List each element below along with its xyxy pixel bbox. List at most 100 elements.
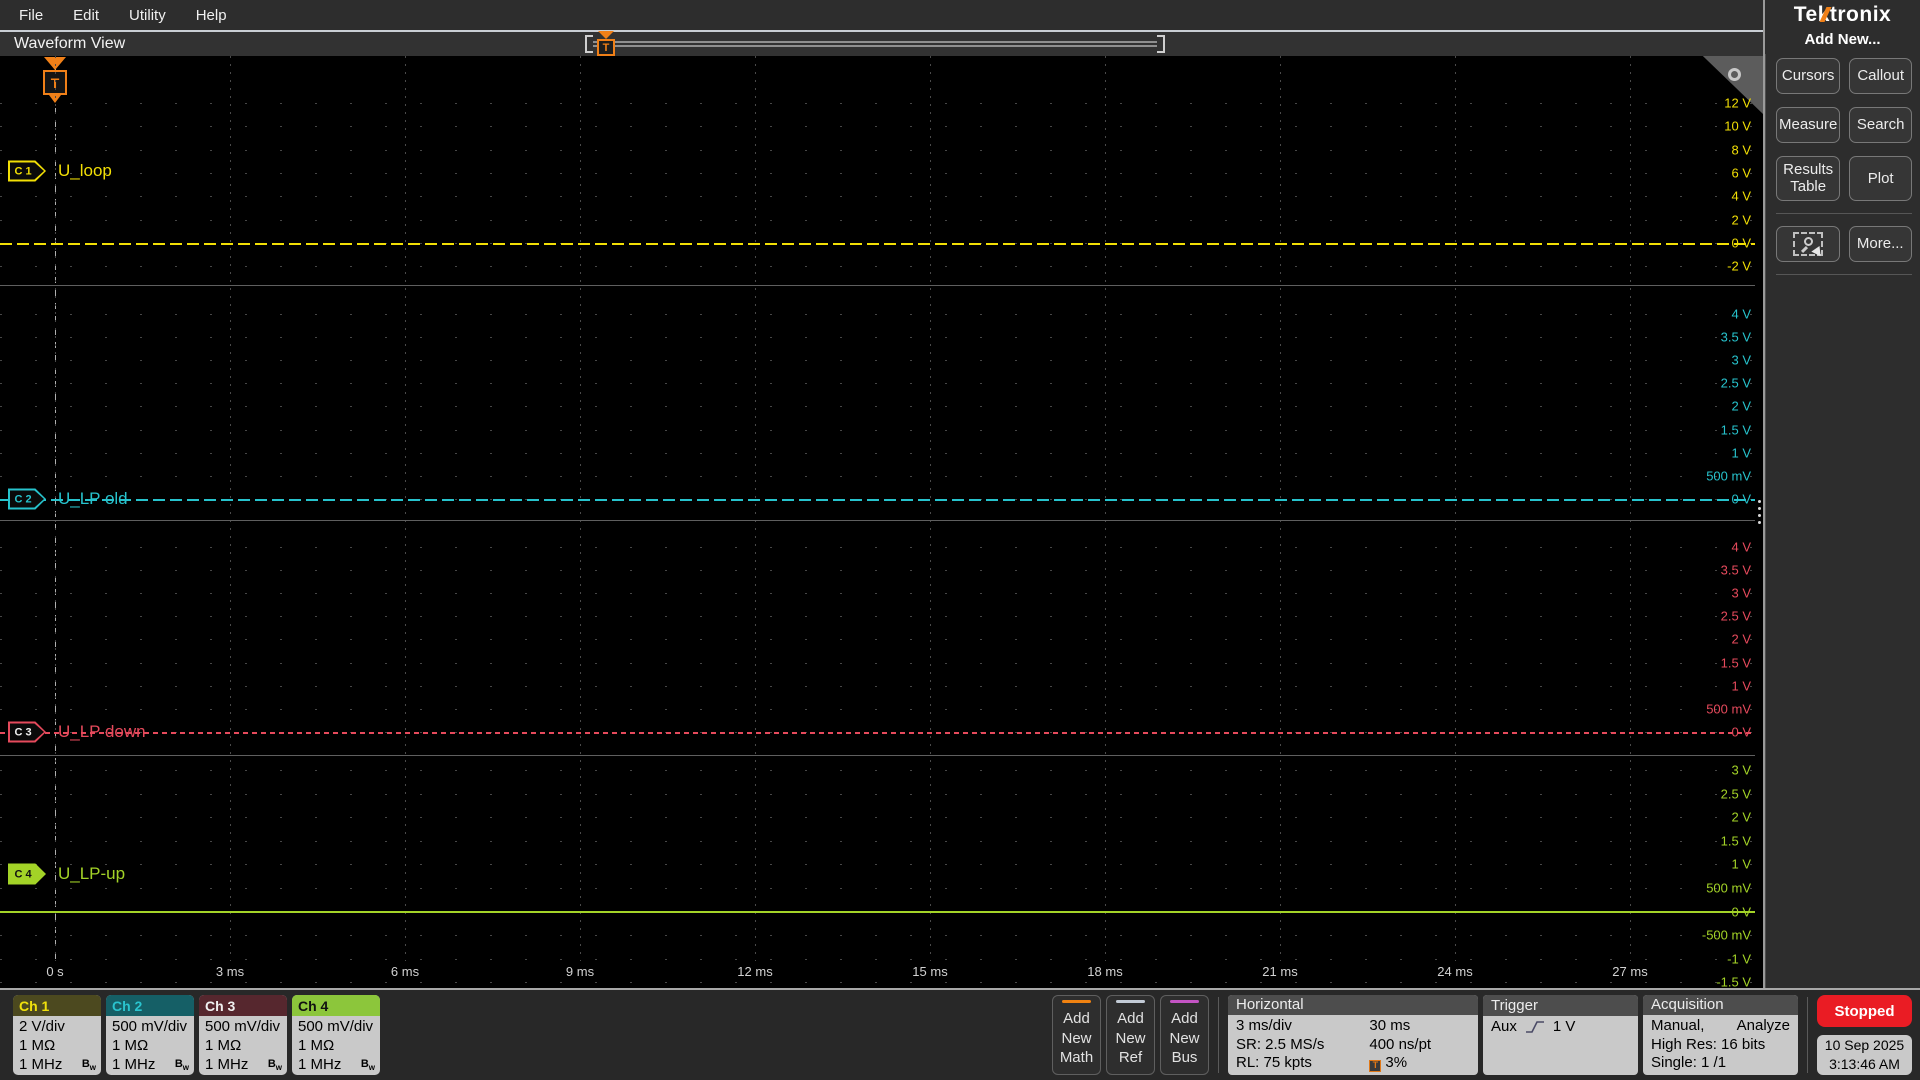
menu-item-edit[interactable]: Edit <box>58 0 114 30</box>
channel-badge-ch3[interactable]: Ch 3 500 mV/div 1 MΩ 1 MHz Bw <box>199 995 287 1075</box>
grid-line-vertical <box>405 56 406 961</box>
grid-dot-row <box>0 430 1755 431</box>
channel-tag-c4[interactable]: C 4 <box>8 863 46 885</box>
add-new-measure-button[interactable]: Measure <box>1776 107 1841 143</box>
channel-badge-ch4[interactable]: Ch 4 500 mV/div 1 MΩ 1 MHz Bw <box>292 995 380 1075</box>
channel-name-label[interactable]: U_LP old <box>58 489 128 509</box>
record-view-bar[interactable]: T <box>585 31 1165 56</box>
scale-label: 3 V <box>1731 762 1751 778</box>
grid-line-vertical <box>230 56 231 961</box>
channel-tag-c3[interactable]: C 3 <box>8 721 46 743</box>
record-right-bracket-icon <box>1157 35 1165 53</box>
grid-line-vertical <box>580 56 581 961</box>
bandwidth-limit-icon: Bw <box>360 1057 375 1072</box>
trigger-panel[interactable]: Trigger Aux 1 V <box>1483 995 1638 1075</box>
button-color-stripe <box>1116 1000 1145 1003</box>
channel-name-label[interactable]: U_loop <box>58 161 112 181</box>
menu-item-utility[interactable]: Utility <box>114 0 181 30</box>
scale-label: 500 mV <box>1706 468 1751 484</box>
grid-dot-row <box>0 570 1755 571</box>
scope-app: File Edit Utility Help Waveform View T 1… <box>0 0 1920 1080</box>
tektronix-logo: Tektronix <box>1793 3 1892 26</box>
grid-dot-row <box>0 888 1755 889</box>
channel-tag-label: C 1 <box>14 165 32 177</box>
waveform-trace-c1[interactable] <box>0 243 1755 245</box>
menu-bar: File Edit Utility Help <box>0 0 1763 30</box>
channel-badges: Ch 12 V/div 1 MΩ 1 MHz Bw Ch 2 500 mV/div 1 MΩ… <box>13 995 380 1075</box>
scale-label: 12 V <box>1724 95 1751 111</box>
sidebar-divider <box>1776 212 1912 214</box>
waveform-trace-c2[interactable] <box>0 499 1755 501</box>
horizontal-title: Horizontal <box>1228 995 1478 1015</box>
channel-tag-c2[interactable]: C 2 <box>8 488 46 510</box>
scale-label: 4 V <box>1731 188 1751 204</box>
add-new-callout-button[interactable]: Callout <box>1849 58 1912 94</box>
grid-dot-row <box>0 220 1755 221</box>
acquisition-title: Acquisition <box>1643 995 1798 1015</box>
waveform-graticule[interactable]: T 12 V10 V8 V6 V4 V2 V0 V-2 VC 1U_loop4 … <box>0 56 1763 988</box>
scale-label: 1.5 V <box>1720 833 1751 849</box>
more-button[interactable]: More... <box>1848 225 1912 262</box>
waveform-view-titlebar: Waveform View T <box>0 31 1763 56</box>
add-new-plot-button[interactable]: Plot <box>1849 156 1912 201</box>
menu-item-help[interactable]: Help <box>181 0 242 30</box>
channel-impedance: 1 MΩ <box>19 1037 56 1055</box>
channel-name-label[interactable]: U_LP-up <box>58 864 125 884</box>
channel-name-label[interactable]: U_LP down <box>58 722 146 742</box>
channel-scale: 500 mV/div <box>112 1018 188 1035</box>
add-new-results-table-button[interactable]: Results Table <box>1776 156 1841 201</box>
channel-badge-ch1[interactable]: Ch 12 V/div 1 MΩ 1 MHz Bw <box>13 995 101 1075</box>
add-new-math-button[interactable]: Add New Math <box>1052 995 1101 1075</box>
button-color-stripe <box>1170 1000 1199 1003</box>
scale-label: 3.5 V <box>1720 562 1751 578</box>
waveform-trace-c3[interactable] <box>0 732 1755 734</box>
channel-impedance: 1 MΩ <box>112 1037 149 1055</box>
trigger-position-icon: T <box>1369 1059 1382 1072</box>
horizontal-value: 30 ms <box>1369 1016 1411 1034</box>
scale-label: 500 mV <box>1706 701 1751 717</box>
add-new-search-button[interactable]: Search <box>1849 107 1912 143</box>
channel-tag-label: C 2 <box>14 493 32 505</box>
button-color-stripe <box>1062 1000 1091 1003</box>
add-new-ref-button[interactable]: Add New Ref <box>1106 995 1155 1075</box>
channel-badge-header: Ch 1 <box>13 995 101 1016</box>
grid-dot-row <box>0 639 1755 640</box>
scale-label: 2 V <box>1731 212 1751 228</box>
time-axis-label: 18 ms <box>1087 964 1123 979</box>
acquisition-resolution: High Res: 16 bits <box>1651 1035 1766 1053</box>
horizontal-panel[interactable]: Horizontal 3 ms/div 30 ms SR: 2.5 MS/s 400 … <box>1228 995 1478 1075</box>
channel-scale: 500 mV/div <box>298 1018 374 1035</box>
acquisition-panel[interactable]: Acquisition Manual, Analyze High Res: 16… <box>1643 995 1798 1075</box>
grid-dot-row <box>0 709 1755 710</box>
run-state-button[interactable]: Stopped <box>1817 995 1912 1027</box>
waveform-view-title[interactable]: Waveform View <box>14 35 125 53</box>
marquee-zoom-button[interactable] <box>1776 225 1840 262</box>
channel-scale: 2 V/div <box>19 1018 65 1035</box>
grid-line-vertical <box>1455 56 1456 961</box>
scale-label: 2.5 V <box>1720 786 1751 802</box>
grid-line-vertical <box>930 56 931 961</box>
right-sidebar: Tektronix Add New... Cursors Callout Measu… <box>1765 0 1920 988</box>
grid-line-vertical <box>755 56 756 961</box>
logo-accent <box>1819 7 1832 22</box>
splitter-grip[interactable] <box>1758 500 1918 524</box>
horizontal-value: 3 ms/div <box>1236 1016 1292 1034</box>
time-axis-label: 27 ms <box>1612 964 1648 979</box>
scale-label: 3 V <box>1731 352 1751 368</box>
channel-badge-ch2[interactable]: Ch 2 500 mV/div 1 MΩ 1 MHz Bw <box>106 995 194 1075</box>
add-new-bus-button[interactable]: Add New Bus <box>1160 995 1209 1075</box>
add-new-cursors-button[interactable]: Cursors <box>1776 58 1841 94</box>
menu-item-file[interactable]: File <box>4 0 58 30</box>
grid-dot-row <box>0 864 1755 865</box>
bottombar-divider <box>1807 997 1808 1073</box>
grid-line-vertical <box>55 56 56 961</box>
record-trigger-marker-icon[interactable]: T <box>595 31 617 56</box>
waveform-trace-c4[interactable] <box>0 911 1755 913</box>
channel-tag-c1[interactable]: C 1 <box>8 160 46 182</box>
band-separator <box>0 285 1755 286</box>
scale-label: 1.5 V <box>1720 422 1751 438</box>
horizontal-value: SR: 2.5 MS/s <box>1236 1035 1325 1053</box>
add-new-button-grid: Cursors Callout Measure Search Results Table… <box>1776 58 1912 201</box>
scale-label: 6 V <box>1731 165 1751 181</box>
scale-label: 8 V <box>1731 142 1751 158</box>
